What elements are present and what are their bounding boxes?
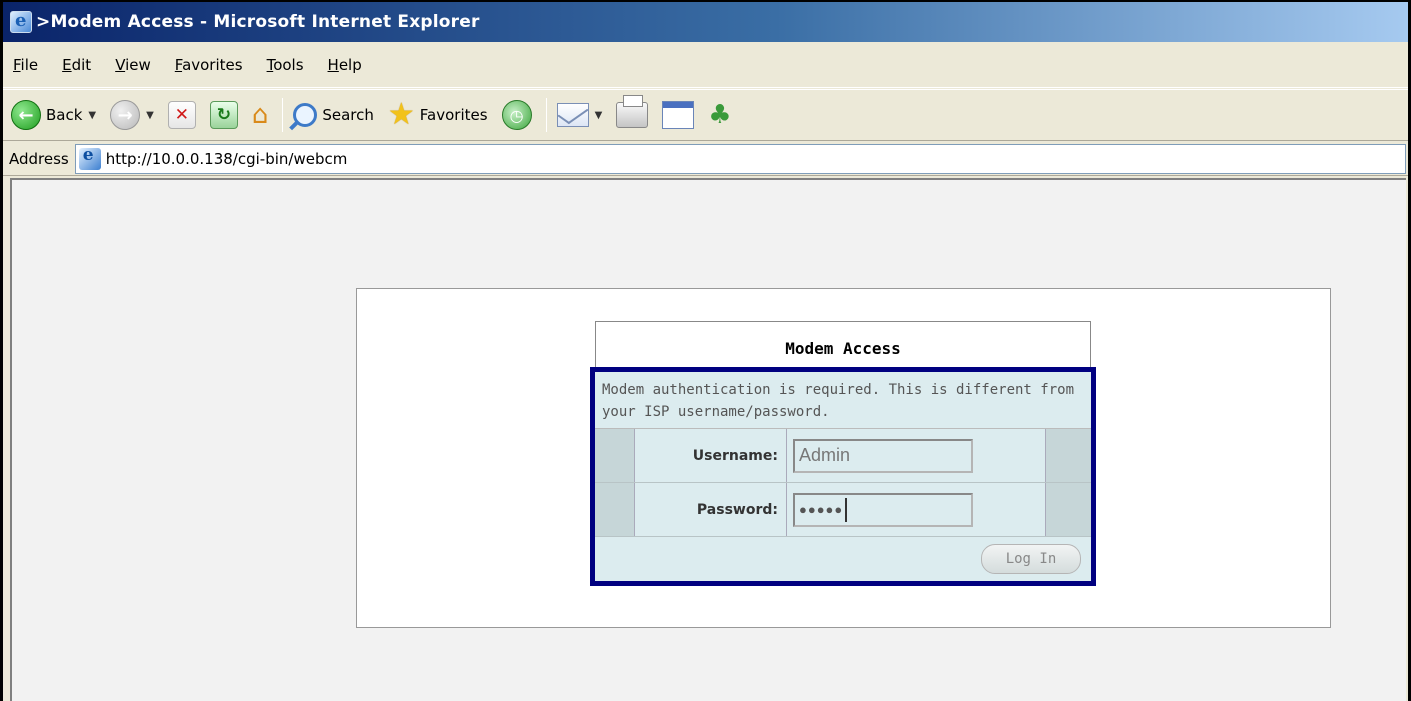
mail-icon (556, 103, 589, 127)
search-button[interactable]: Search (293, 103, 374, 127)
history-button[interactable]: ◷ (501, 100, 532, 130)
forward-arrow-icon: → (110, 100, 141, 130)
back-button[interactable]: ← Back ▼ (11, 100, 96, 130)
home-button[interactable]: ⌂ (252, 102, 269, 128)
mail-dropdown-icon[interactable]: ▼ (595, 110, 603, 121)
messenger-icon: ♣ (708, 100, 732, 130)
menu-view[interactable]: View (115, 56, 151, 74)
edit-button[interactable] (662, 101, 695, 129)
mail-button[interactable]: ▼ (556, 103, 603, 127)
password-row: Password: ●●●●● (595, 483, 1091, 537)
menu-help[interactable]: Help (328, 56, 362, 74)
toolbar-separator (545, 98, 547, 132)
internet-explorer-icon (10, 10, 32, 33)
star-icon: ★ (387, 97, 415, 132)
menu-file[interactable]: File (13, 56, 38, 74)
menu-tools[interactable]: Tools (267, 56, 304, 74)
row-spacer (595, 429, 635, 482)
log-in-button[interactable]: Log In (981, 544, 1081, 574)
print-button[interactable] (616, 95, 649, 128)
printer-icon (616, 95, 649, 128)
menu-bar: File Edit View Favorites Tools Help (3, 42, 1408, 88)
address-bar: Address http://10.0.0.138/cgi-bin/webcm (3, 142, 1408, 176)
address-input[interactable]: http://10.0.0.138/cgi-bin/webcm (74, 143, 1406, 174)
browser-window: >Modem Access - Microsoft Internet Explo… (0, 0, 1411, 701)
back-dropdown-icon[interactable]: ▼ (88, 110, 96, 121)
search-icon (293, 103, 318, 127)
page-content: Modem Access Modem authentication is req… (10, 178, 1406, 701)
forward-button[interactable]: → ▼ (110, 100, 154, 130)
refresh-icon: ↻ (209, 101, 238, 129)
stop-button[interactable]: ✕ (167, 101, 196, 129)
search-label: Search (322, 106, 374, 124)
stop-icon: ✕ (167, 101, 196, 129)
username-row: Username: Admin (595, 429, 1091, 483)
favorites-label: Favorites (419, 106, 488, 124)
home-icon: ⌂ (251, 100, 269, 130)
username-cell: Admin (787, 429, 1045, 482)
toolbar: ← Back ▼ → ▼ ✕ ↻ ⌂ Search ★ Favorites ◷ (3, 89, 1408, 141)
menu-edit[interactable]: Edit (62, 56, 91, 74)
history-icon: ◷ (501, 100, 532, 130)
toolbar-separator (282, 98, 284, 132)
login-form: Modem Access Modem authentication is req… (590, 321, 1096, 586)
row-spacer (595, 483, 635, 536)
login-heading: Modem Access (595, 321, 1091, 367)
password-cell: ●●●●● (787, 483, 1045, 536)
title-bar: >Modem Access - Microsoft Internet Explo… (3, 2, 1408, 42)
text-cursor (845, 497, 848, 522)
address-label: Address (9, 149, 69, 168)
back-arrow-icon: ← (11, 100, 41, 130)
actions-row: Log In (595, 537, 1091, 581)
page-icon (78, 145, 101, 170)
content-panel: Modem Access Modem authentication is req… (356, 288, 1331, 628)
forward-dropdown-icon[interactable]: ▼ (146, 110, 154, 121)
login-description: Modem authentication is required. This i… (595, 372, 1091, 429)
refresh-button[interactable]: ↻ (209, 101, 238, 129)
back-label: Back (46, 106, 83, 124)
username-label: Username: (635, 429, 787, 482)
password-label: Password: (635, 483, 787, 536)
window-title: >Modem Access - Microsoft Internet Explo… (36, 12, 480, 32)
row-spacer (1045, 429, 1091, 482)
favorites-button[interactable]: ★ Favorites (388, 100, 488, 130)
row-spacer (1045, 483, 1091, 536)
username-field[interactable]: Admin (793, 438, 973, 473)
login-body: Modem authentication is required. This i… (590, 367, 1096, 586)
address-url[interactable]: http://10.0.0.138/cgi-bin/webcm (106, 150, 348, 168)
messenger-button[interactable]: ♣ (708, 102, 731, 128)
menu-favorites[interactable]: Favorites (175, 56, 243, 74)
password-field[interactable]: ●●●●● (793, 492, 973, 527)
edit-page-icon (662, 101, 695, 129)
password-mask: ●●●●● (799, 502, 844, 517)
